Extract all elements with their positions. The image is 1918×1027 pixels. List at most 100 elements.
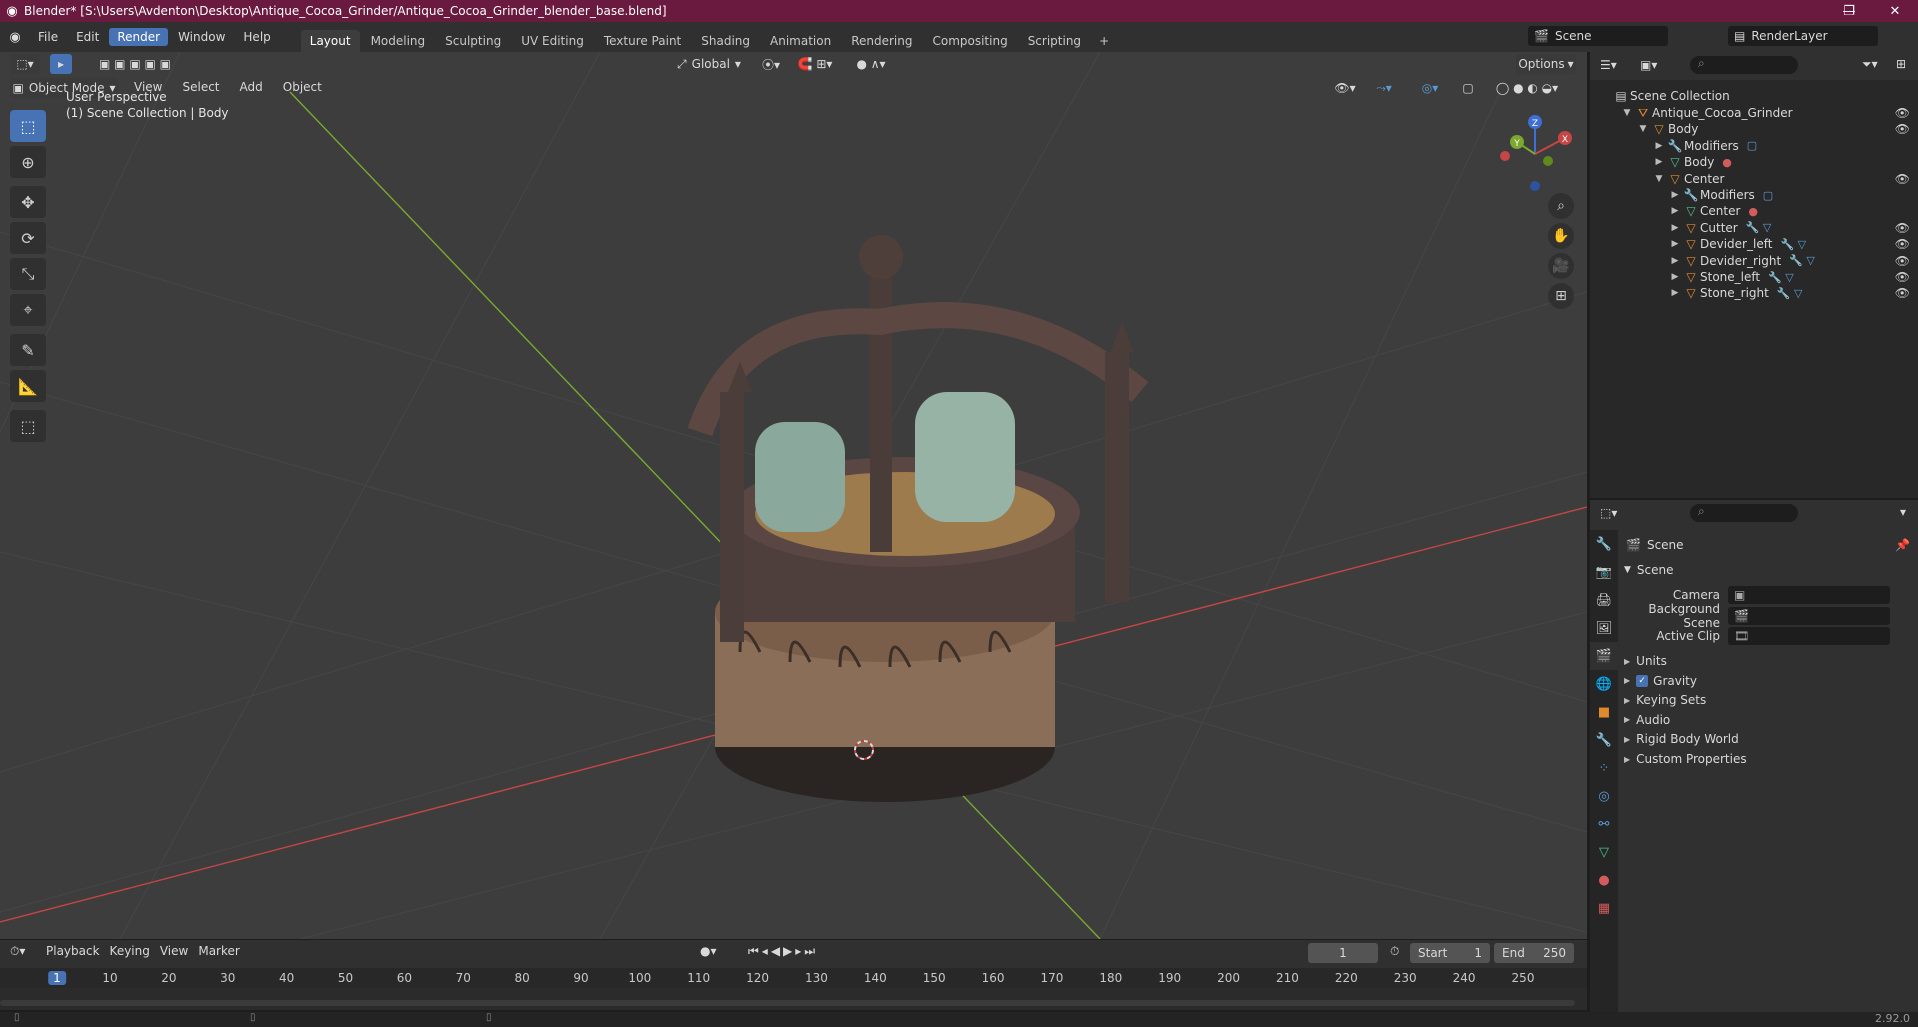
display-mode-icon[interactable]: ▣▾: [1640, 58, 1657, 72]
property-value-field[interactable]: ▣: [1728, 586, 1890, 604]
tab-sculpting[interactable]: Sculpting: [436, 30, 510, 52]
playback-controls-icon[interactable]: ⏮◂◀▶▸⏭: [748, 944, 818, 959]
timeline-menu-playback[interactable]: Playback: [46, 944, 100, 958]
record-icon[interactable]: ●▾: [700, 944, 717, 958]
timeline-body[interactable]: [0, 988, 1587, 1010]
expand-arrow-icon[interactable]: ▶: [1668, 206, 1682, 216]
maximize-button[interactable]: ❐: [1826, 0, 1872, 22]
viewport-menu-add[interactable]: Add: [232, 78, 271, 96]
pivot-point-icon[interactable]: ⦿▾: [756, 54, 786, 74]
proportional-editing-icon[interactable]: ● ∧▾: [846, 54, 896, 74]
tab-layout[interactable]: Layout: [300, 30, 360, 52]
tab-shading[interactable]: Shading: [692, 30, 759, 52]
xray-icon[interactable]: ▢: [1458, 78, 1478, 98]
transform-tool[interactable]: ⌖: [10, 294, 46, 326]
collapse-arrow-icon[interactable]: ▼: [1652, 174, 1666, 184]
select-box-tool[interactable]: ⬚: [10, 110, 46, 142]
wrench-mesh-icon[interactable]: 🔧 ▽: [1777, 287, 1803, 300]
tab-scripting[interactable]: Scripting: [1019, 30, 1090, 52]
tab-uv-editing[interactable]: UV Editing: [512, 30, 593, 52]
section-custom-properties[interactable]: ▶ Custom Properties: [1620, 748, 1918, 770]
outliner-search-input[interactable]: ⌕: [1690, 56, 1798, 74]
end-frame-field[interactable]: End 250: [1494, 943, 1574, 963]
scene-selector[interactable]: 🎬 Scene: [1528, 26, 1668, 46]
editor-type-button[interactable]: ⬚▾: [10, 54, 40, 74]
menu-render[interactable]: Render: [109, 28, 169, 46]
wrench-mesh-icon[interactable]: 🔧 ▽: [1789, 254, 1815, 267]
eye-icon[interactable]: 👁: [1895, 270, 1910, 284]
add-workspace-button[interactable]: +: [1090, 30, 1118, 52]
wrench-mesh-icon[interactable]: 🔧 ▽: [1780, 238, 1806, 251]
modifier-icon[interactable]: ▢: [1763, 189, 1773, 202]
scale-tool[interactable]: ⤡: [10, 258, 46, 290]
rotate-tool[interactable]: ⟳: [10, 222, 46, 254]
timeline-ruler[interactable]: 1 10 20 30 40 50 60 70 80 90 100 110 120 130 140 150 160…: [0, 968, 1587, 988]
collapse-arrow-icon[interactable]: ▼: [1636, 124, 1650, 134]
expand-arrow-icon[interactable]: ▶: [1668, 256, 1682, 266]
current-frame-field[interactable]: 1: [1308, 943, 1378, 963]
expand-arrow-icon[interactable]: ▶: [1668, 272, 1682, 282]
eye-icon[interactable]: 👁: [1895, 172, 1910, 186]
eye-icon[interactable]: 👁: [1895, 221, 1910, 235]
tool-tab-icon[interactable]: 🔧: [1590, 530, 1618, 558]
view-layer-tab-icon[interactable]: 🖼: [1590, 614, 1618, 642]
eye-icon[interactable]: 👁: [1895, 122, 1910, 136]
blender-menu-icon[interactable]: ◉: [0, 30, 30, 45]
properties-editor-icon[interactable]: ⬚▾: [1600, 506, 1617, 520]
gizmo-neg-y[interactable]: [1543, 156, 1553, 166]
gravity-checkbox[interactable]: ✓: [1636, 674, 1649, 687]
add-cube-tool[interactable]: ⬚: [10, 410, 46, 442]
tab-animation[interactable]: Animation: [761, 30, 840, 52]
timeline-menu-marker[interactable]: Marker: [198, 944, 239, 958]
timeline-menu-keying[interactable]: Keying: [110, 944, 150, 958]
timeline-scrollbar[interactable]: [0, 1000, 1575, 1006]
menu-help[interactable]: Help: [235, 28, 278, 46]
3d-viewport[interactable]: ⬚▾ ▸ ▣ ▣ ▣ ▣ ▣ ⤢ Global ▾ ⦿▾ 🧲 ⊞▾ ● ∧▾ O…: [0, 52, 1587, 939]
wrench-mesh-icon[interactable]: 🔧 ▽: [1746, 221, 1772, 234]
viewport-menu-select[interactable]: Select: [174, 78, 227, 96]
properties-editor[interactable]: ⬚▾ ⌕ ▾ 🔧 📷 🖨 🖼 🎬 🌐 ■ 🔧 ⁘ ◎ ⚯ ▽ ● ▦ 🎬 Sce…: [1590, 500, 1918, 1012]
object-tab-icon[interactable]: ■: [1590, 698, 1618, 726]
close-button[interactable]: ✕: [1872, 0, 1918, 22]
particles-tab-icon[interactable]: ⁘: [1590, 754, 1618, 782]
tab-compositing[interactable]: Compositing: [923, 30, 1016, 52]
menu-window[interactable]: Window: [170, 28, 233, 46]
scene-tab-icon[interactable]: 🎬: [1590, 642, 1618, 670]
annotate-tool[interactable]: ✎: [10, 334, 46, 366]
properties-search-input[interactable]: ⌕: [1690, 504, 1798, 522]
view-layer-selector[interactable]: ▤ RenderLayer: [1728, 26, 1878, 46]
property-value-field[interactable]: 🎬: [1728, 606, 1890, 625]
gizmo-neg-x[interactable]: [1500, 151, 1510, 161]
navigation-gizmo[interactable]: Z X Y: [1495, 114, 1575, 194]
menu-edit[interactable]: Edit: [68, 28, 107, 46]
eye-icon[interactable]: 👁: [1895, 237, 1910, 251]
material-icon[interactable]: ●: [1748, 205, 1758, 218]
timeline[interactable]: ⏱▾ Playback Keying View Marker ●▾ ⏮◂◀▶▸⏭ 1 …: [0, 940, 1587, 1010]
modifier-icon[interactable]: ▢: [1747, 139, 1757, 152]
expand-arrow-icon[interactable]: ▶: [1668, 190, 1682, 200]
menu-file[interactable]: File: [30, 28, 66, 46]
gizmo-neg-z[interactable]: [1530, 181, 1540, 191]
camera-view-icon[interactable]: 🎥: [1548, 253, 1574, 279]
start-frame-field[interactable]: Start 1: [1410, 943, 1490, 963]
expand-arrow-icon[interactable]: ▶: [1668, 288, 1682, 298]
wrench-mesh-icon[interactable]: 🔧 ▽: [1768, 271, 1794, 284]
texture-tab-icon[interactable]: ▦: [1590, 894, 1618, 922]
visibility-icon[interactable]: 👁▾: [1330, 78, 1360, 98]
eye-icon[interactable]: 👁: [1895, 254, 1910, 268]
collapse-arrow-icon[interactable]: ▼: [1620, 108, 1634, 118]
property-value-field[interactable]: 🎞: [1728, 627, 1890, 645]
cursor-tool[interactable]: ⊕: [10, 146, 46, 178]
transform-orientation-select[interactable]: ⤢ Global ▾: [670, 54, 748, 74]
pin-icon[interactable]: 📌: [1895, 538, 1910, 552]
selection-mode-icons[interactable]: ▣ ▣ ▣ ▣ ▣: [92, 54, 178, 74]
expand-arrow-icon[interactable]: ▶: [1652, 141, 1666, 151]
measure-tool[interactable]: 📐: [10, 370, 46, 402]
pan-hand-icon[interactable]: ✋: [1548, 223, 1574, 249]
select-tool-icon[interactable]: ▸: [50, 54, 72, 74]
playhead[interactable]: 1: [48, 971, 66, 985]
constraints-tab-icon[interactable]: ⚯: [1590, 810, 1618, 838]
eye-icon[interactable]: 👁: [1895, 106, 1910, 120]
timeline-editor-icon[interactable]: ⏱▾: [10, 944, 25, 959]
viewport-menu-object[interactable]: Object: [275, 78, 330, 96]
